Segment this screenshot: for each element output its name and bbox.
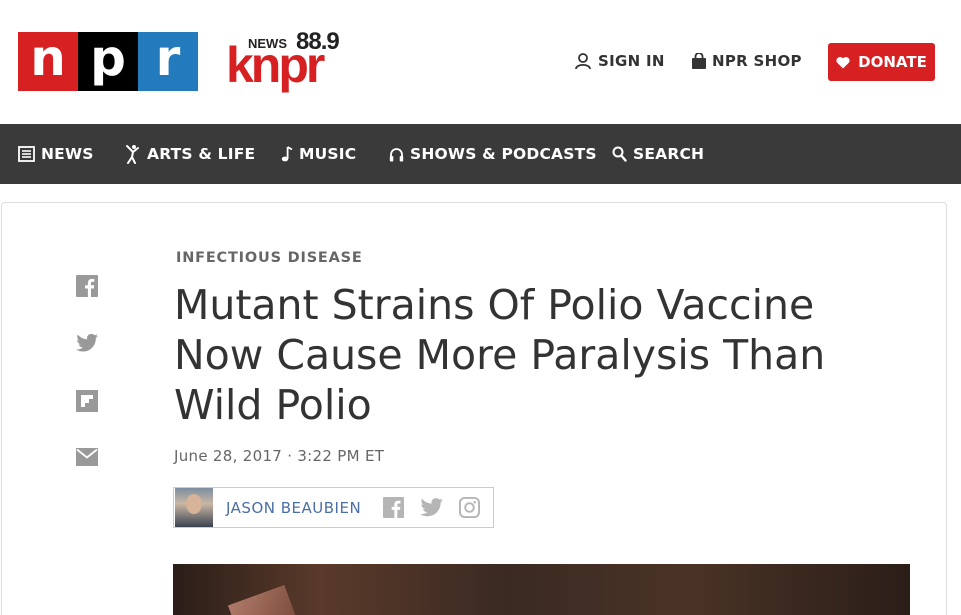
headphones-icon bbox=[389, 147, 404, 161]
article-dateline: June 28, 2017 · 3:22 PM ET bbox=[174, 447, 385, 465]
station-name: knpr bbox=[226, 37, 325, 93]
npr-logo[interactable]: n p r bbox=[18, 32, 198, 91]
user-icon bbox=[575, 53, 591, 70]
npr-logo-p: p bbox=[78, 32, 138, 91]
author-name-link[interactable]: JASON BEAUBIEN bbox=[226, 499, 361, 517]
nav-item-shows-podcasts[interactable]: SHOWS & PODCASTS bbox=[389, 124, 597, 184]
author-social-links bbox=[383, 497, 481, 518]
npr-shop-label: NPR SHOP bbox=[712, 52, 802, 70]
nav-item-arts-life-label: ARTS & LIFE bbox=[147, 145, 256, 163]
nav-item-search-label: SEARCH bbox=[633, 145, 705, 163]
npr-logo-r: r bbox=[138, 32, 198, 91]
station-logo[interactable]: NEWS 88.9 knpr bbox=[226, 28, 372, 93]
author-byline: JASON BEAUBIEN bbox=[173, 487, 494, 528]
nav-item-music-label: MUSIC bbox=[299, 145, 357, 163]
sign-in-label: SIGN IN bbox=[598, 52, 665, 70]
dancer-icon bbox=[126, 145, 139, 164]
npr-logo-n: n bbox=[18, 32, 78, 91]
share-twitter-button[interactable] bbox=[76, 333, 98, 355]
share-facebook-button[interactable] bbox=[76, 275, 98, 297]
nav-item-music[interactable]: MUSIC bbox=[281, 124, 356, 184]
share-flipboard-button[interactable] bbox=[76, 390, 98, 412]
article-hero-image[interactable] bbox=[173, 564, 910, 615]
nav-item-arts-life[interactable]: ARTS & LIFE bbox=[125, 124, 255, 184]
music-note-icon bbox=[281, 146, 293, 162]
list-icon bbox=[18, 146, 35, 162]
nav-item-search[interactable]: SEARCH bbox=[612, 124, 704, 184]
article-title: Mutant Strains Of Polio Vaccine Now Caus… bbox=[174, 281, 826, 429]
sign-in-link[interactable]: SIGN IN bbox=[574, 52, 665, 70]
site-header: n p r NEWS 88.9 knpr SIGN IN NPR SHOP DO… bbox=[0, 0, 961, 124]
search-icon bbox=[612, 146, 627, 162]
donate-button[interactable]: DONATE bbox=[828, 43, 935, 81]
flipboard-icon bbox=[76, 390, 98, 412]
instagram-icon[interactable] bbox=[459, 497, 481, 518]
nav-item-news[interactable]: NEWS bbox=[18, 124, 94, 184]
twitter-icon bbox=[76, 333, 98, 352]
facebook-icon[interactable] bbox=[383, 497, 405, 518]
author-avatar[interactable] bbox=[175, 488, 213, 527]
nav-item-news-label: NEWS bbox=[41, 145, 94, 163]
twitter-icon[interactable] bbox=[420, 498, 444, 517]
nav-item-shows-podcasts-label: SHOWS & PODCASTS bbox=[410, 145, 597, 163]
npr-shop-link[interactable]: NPR SHOP bbox=[692, 52, 802, 70]
article-category[interactable]: INFECTIOUS DISEASE bbox=[176, 250, 363, 266]
heart-icon bbox=[836, 56, 850, 68]
facebook-icon bbox=[76, 275, 98, 297]
email-icon bbox=[76, 448, 98, 466]
shopping-bag-icon bbox=[692, 53, 706, 69]
donate-label: DONATE bbox=[858, 53, 927, 71]
main-nav: NEWS ARTS & LIFE MUSIC SHOWS & PODCASTS … bbox=[0, 124, 961, 184]
share-email-button[interactable] bbox=[76, 448, 98, 470]
